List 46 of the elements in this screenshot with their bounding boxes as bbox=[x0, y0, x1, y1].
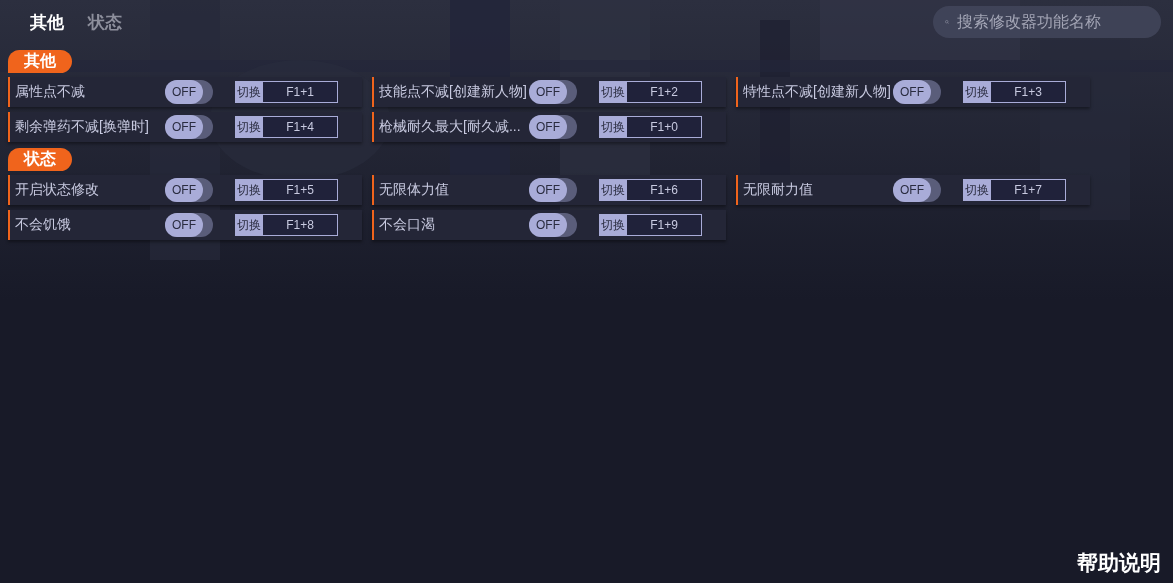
hotkey-field[interactable]: F1+7 bbox=[990, 179, 1066, 201]
toggle-switch[interactable]: OFF bbox=[529, 80, 577, 104]
cheat-label: 技能点不减[创建新人物] bbox=[379, 83, 528, 101]
action-label: 切换 bbox=[235, 179, 262, 201]
help-link[interactable]: 帮助说明 bbox=[1077, 549, 1161, 577]
toggle-switch[interactable]: OFF bbox=[165, 178, 213, 202]
action-label: 切换 bbox=[599, 214, 626, 236]
action-label: 切换 bbox=[235, 116, 262, 138]
hotkey-field[interactable]: F1+5 bbox=[262, 179, 338, 201]
section-header: 其他 bbox=[8, 50, 72, 73]
cheat-label: 无限耐力值 bbox=[743, 181, 814, 199]
action-label: 切换 bbox=[599, 179, 626, 201]
toggle-switch[interactable]: OFF bbox=[529, 115, 577, 139]
cheat-label: 不会饥饿 bbox=[15, 216, 72, 234]
hotkey-field[interactable]: F1+8 bbox=[262, 214, 338, 236]
cheat-label: 不会口渴 bbox=[379, 216, 436, 234]
hotkey-field[interactable]: F1+6 bbox=[626, 179, 702, 201]
toggle-switch[interactable]: OFF bbox=[165, 115, 213, 139]
toggle-switch[interactable]: OFF bbox=[893, 80, 941, 104]
hotkey-field[interactable]: F1+3 bbox=[990, 81, 1066, 103]
action-label: 切换 bbox=[235, 81, 262, 103]
hotkey-field[interactable]: F1+0 bbox=[626, 116, 702, 138]
section-header: 状态 bbox=[8, 148, 72, 171]
cheat-label: 特性点不减[创建新人物] bbox=[743, 83, 892, 101]
action-label: 切换 bbox=[963, 179, 990, 201]
tab[interactable]: 状态 bbox=[76, 10, 134, 34]
hotkey-field[interactable]: F1+2 bbox=[626, 81, 702, 103]
search-field[interactable]: 搜索修改器功能名称 bbox=[933, 6, 1161, 38]
action-label: 切换 bbox=[963, 81, 990, 103]
action-label: 切换 bbox=[235, 214, 262, 236]
toggle-switch[interactable]: OFF bbox=[165, 213, 213, 237]
hotkey-field[interactable]: F1+9 bbox=[626, 214, 702, 236]
hotkey-field[interactable]: F1+4 bbox=[262, 116, 338, 138]
action-label: 切换 bbox=[599, 81, 626, 103]
toggle-switch[interactable]: OFF bbox=[529, 213, 577, 237]
cheat-label: 剩余弹药不减[换弹时] bbox=[15, 118, 150, 136]
cheat-label: 开启状态修改 bbox=[15, 181, 100, 199]
toggle-switch[interactable]: OFF bbox=[893, 178, 941, 202]
action-label: 切换 bbox=[599, 116, 626, 138]
toggle-switch[interactable]: OFF bbox=[529, 178, 577, 202]
toggle-switch[interactable]: OFF bbox=[165, 80, 213, 104]
cheat-label: 枪械耐久最大[耐久减... bbox=[379, 118, 522, 136]
cheat-label: 属性点不减 bbox=[15, 83, 86, 101]
cheat-label: 无限体力值 bbox=[379, 181, 450, 199]
hotkey-field[interactable]: F1+1 bbox=[262, 81, 338, 103]
tab[interactable]: 其他 bbox=[18, 10, 76, 34]
